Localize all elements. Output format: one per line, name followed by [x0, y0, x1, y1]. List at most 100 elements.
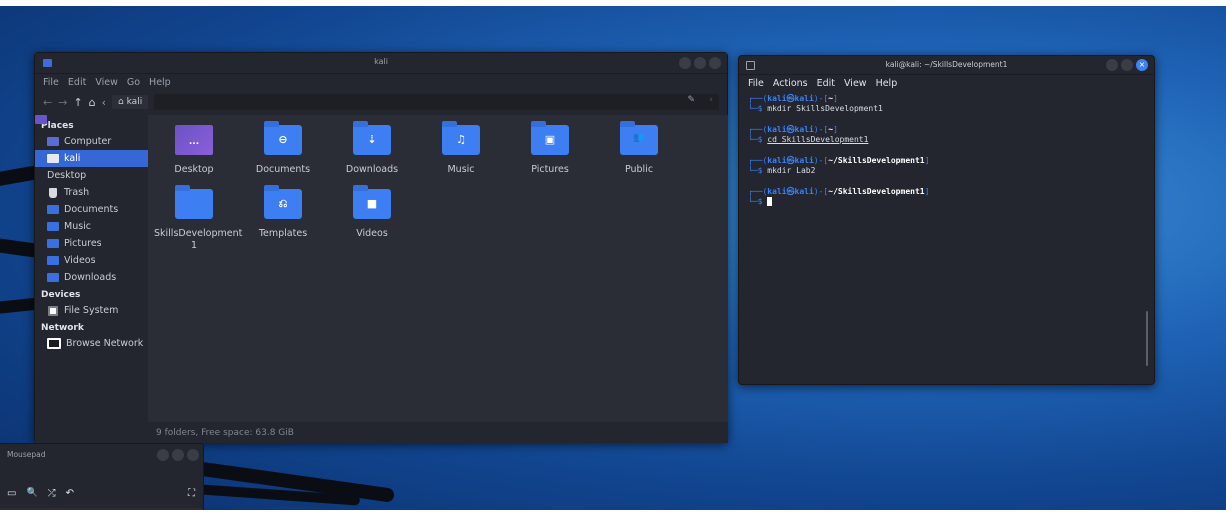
- prompt-line: ┌──(kali㉿kali)-[~]: [748, 94, 838, 103]
- edit-path-icon[interactable]: ✎: [687, 95, 695, 105]
- file-item-desktop[interactable]: ... Desktop: [149, 125, 239, 176]
- folder-icon: [47, 222, 59, 231]
- maximize-button[interactable]: [172, 449, 184, 461]
- terminal-title: kali@kali: ~/SkillsDevelopment1: [885, 60, 1008, 69]
- file-label: Music: [447, 164, 475, 175]
- trash-icon: [49, 187, 57, 198]
- home-icon[interactable]: ⌂: [89, 96, 96, 109]
- documents-folder-icon: ⊖: [264, 121, 302, 155]
- network-icon: [47, 338, 61, 349]
- maximize-button[interactable]: [694, 57, 706, 69]
- file-label: Videos: [356, 228, 388, 239]
- status-bar: 9 folders, Free space: 63.8 GiB: [148, 422, 728, 443]
- replace-icon[interactable]: ⤮: [48, 488, 56, 499]
- menu-view[interactable]: View: [95, 77, 118, 88]
- terminal-menu-bar: File Actions Edit View Help: [739, 75, 1154, 91]
- sidebar-item-videos[interactable]: Videos: [35, 252, 148, 269]
- places-header: Places: [41, 121, 74, 131]
- file-item-videos[interactable]: ■ Videos: [327, 185, 417, 240]
- file-item-public[interactable]: 👥 Public: [594, 121, 684, 176]
- command-line: └─$ mkdir Lab2: [748, 165, 816, 175]
- mousepad-toolbar: ▭ 🔍 ⤮ ↶ ⛶: [7, 486, 195, 500]
- pictures-folder-icon: ▣: [531, 121, 569, 155]
- prompt-line: ┌──(kali㉿kali)-[~/SkillsDevelopment1]: [748, 156, 930, 165]
- sidebar-item-downloads[interactable]: Downloads: [35, 269, 148, 286]
- window-controls: [679, 57, 721, 69]
- text-cursor: [767, 196, 773, 206]
- templates-folder-icon: ⎌: [264, 185, 302, 219]
- file-label: SkillsDevelopment 1: [154, 228, 243, 251]
- mousepad-titlebar[interactable]: Mousepad: [0, 444, 203, 464]
- file-label: Downloads: [345, 164, 399, 175]
- command-line: └─$ mkdir SkillsDevelopment1: [748, 103, 883, 113]
- up-arrow-icon[interactable]: ↑: [73, 96, 82, 109]
- maximize-button[interactable]: [1121, 59, 1133, 71]
- close-button[interactable]: [709, 57, 721, 69]
- sidebar: Places Computer kali Desktop Trash Docum…: [35, 115, 148, 443]
- top-margin: [0, 0, 1226, 6]
- computer-icon: [47, 137, 59, 146]
- file-item-documents[interactable]: ⊖ Documents: [238, 121, 328, 176]
- sidebar-item-trash[interactable]: Trash: [35, 184, 148, 201]
- file-item-templates[interactable]: ⎌ Templates: [238, 185, 328, 240]
- menu-file[interactable]: File: [43, 77, 59, 88]
- sidebar-item-browse-network[interactable]: Browse Network: [35, 335, 148, 352]
- forward-arrow-icon[interactable]: →: [58, 96, 67, 109]
- sidebar-item-desktop[interactable]: Desktop: [35, 115, 148, 184]
- menu-bar: File Edit View Go Help: [35, 74, 727, 91]
- sidebar-item-music[interactable]: Music: [35, 218, 148, 235]
- sidebar-item-kali[interactable]: kali: [35, 150, 148, 167]
- prompt-line: ┌──(kali㉿kali)-[~/SkillsDevelopment1]: [748, 187, 930, 196]
- terminal-window[interactable]: kali@kali: ~/SkillsDevelopment1 × File A…: [738, 55, 1155, 385]
- menu-go[interactable]: Go: [127, 77, 140, 88]
- terminal-window-controls: ×: [1106, 59, 1148, 71]
- next-crumb-icon[interactable]: ›: [709, 95, 713, 105]
- minimize-button[interactable]: [679, 57, 691, 69]
- file-label: Public: [624, 164, 654, 175]
- close-button[interactable]: ×: [1136, 59, 1148, 71]
- breadcrumb-kali[interactable]: ⌂ kali: [112, 95, 149, 109]
- menu-actions[interactable]: Actions: [773, 78, 808, 89]
- mousepad-title: Mousepad: [7, 450, 46, 459]
- folder-icon: [175, 185, 213, 219]
- search-icon[interactable]: 🔍: [26, 488, 37, 498]
- undo-icon[interactable]: ↶: [66, 488, 74, 499]
- sidebar-item-pictures[interactable]: Pictures: [35, 235, 148, 252]
- terminal-output[interactable]: ┌──(kali㉿kali)-[~] └─$ mkdir SkillsDevel…: [748, 94, 1144, 378]
- close-button[interactable]: [187, 449, 199, 461]
- menu-edit[interactable]: Edit: [817, 78, 835, 89]
- back-arrow-icon[interactable]: ←: [43, 96, 52, 109]
- window-title: kali: [374, 57, 388, 66]
- minimize-button[interactable]: [157, 449, 169, 461]
- file-item-skillsdevelopment1[interactable]: SkillsDevelopment 1: [149, 185, 243, 252]
- path-bar[interactable]: ✎ ›: [154, 94, 719, 110]
- document-icon[interactable]: ▭: [7, 488, 16, 499]
- file-view[interactable]: ... Desktop ⊖ Documents ⇣ Downloads ♫ Mu…: [148, 115, 728, 422]
- menu-help[interactable]: Help: [876, 78, 898, 89]
- folder-icon: [47, 205, 59, 214]
- previous-crumb-icon[interactable]: ‹: [102, 96, 106, 109]
- file-item-downloads[interactable]: ⇣ Downloads: [327, 121, 417, 176]
- folder-icon: [47, 239, 59, 248]
- file-item-pictures[interactable]: ▣ Pictures: [505, 121, 595, 176]
- file-manager-window[interactable]: kali File Edit View Go Help ← → ↑ ⌂ ‹ ⌂ …: [34, 52, 728, 443]
- menu-edit[interactable]: Edit: [68, 77, 86, 88]
- sidebar-item-file-system[interactable]: File System: [35, 302, 148, 319]
- videos-folder-icon: ■: [353, 185, 391, 219]
- file-item-music[interactable]: ♫ Music: [416, 121, 506, 176]
- desktop-folder-icon: ...: [175, 125, 213, 155]
- command-line[interactable]: └─$: [748, 196, 1144, 207]
- menu-file[interactable]: File: [748, 78, 764, 89]
- sidebar-item-documents[interactable]: Documents: [35, 201, 148, 218]
- file-manager-titlebar[interactable]: kali: [35, 53, 727, 74]
- mousepad-window[interactable]: Mousepad ▭ 🔍 ⤮ ↶ ⛶: [0, 443, 204, 517]
- menu-view[interactable]: View: [844, 78, 867, 89]
- minimize-button[interactable]: [1106, 59, 1118, 71]
- location-toolbar: ← → ↑ ⌂ ‹ ⌂ kali ✎ ›: [35, 91, 727, 113]
- sidebar-item-computer[interactable]: Computer: [35, 133, 148, 150]
- fullscreen-icon[interactable]: ⛶: [188, 488, 195, 499]
- mousepad-window-controls: [157, 449, 199, 461]
- menu-help[interactable]: Help: [149, 77, 171, 88]
- terminal-titlebar[interactable]: kali@kali: ~/SkillsDevelopment1 ×: [739, 56, 1154, 75]
- terminal-scrollbar[interactable]: [1146, 311, 1148, 366]
